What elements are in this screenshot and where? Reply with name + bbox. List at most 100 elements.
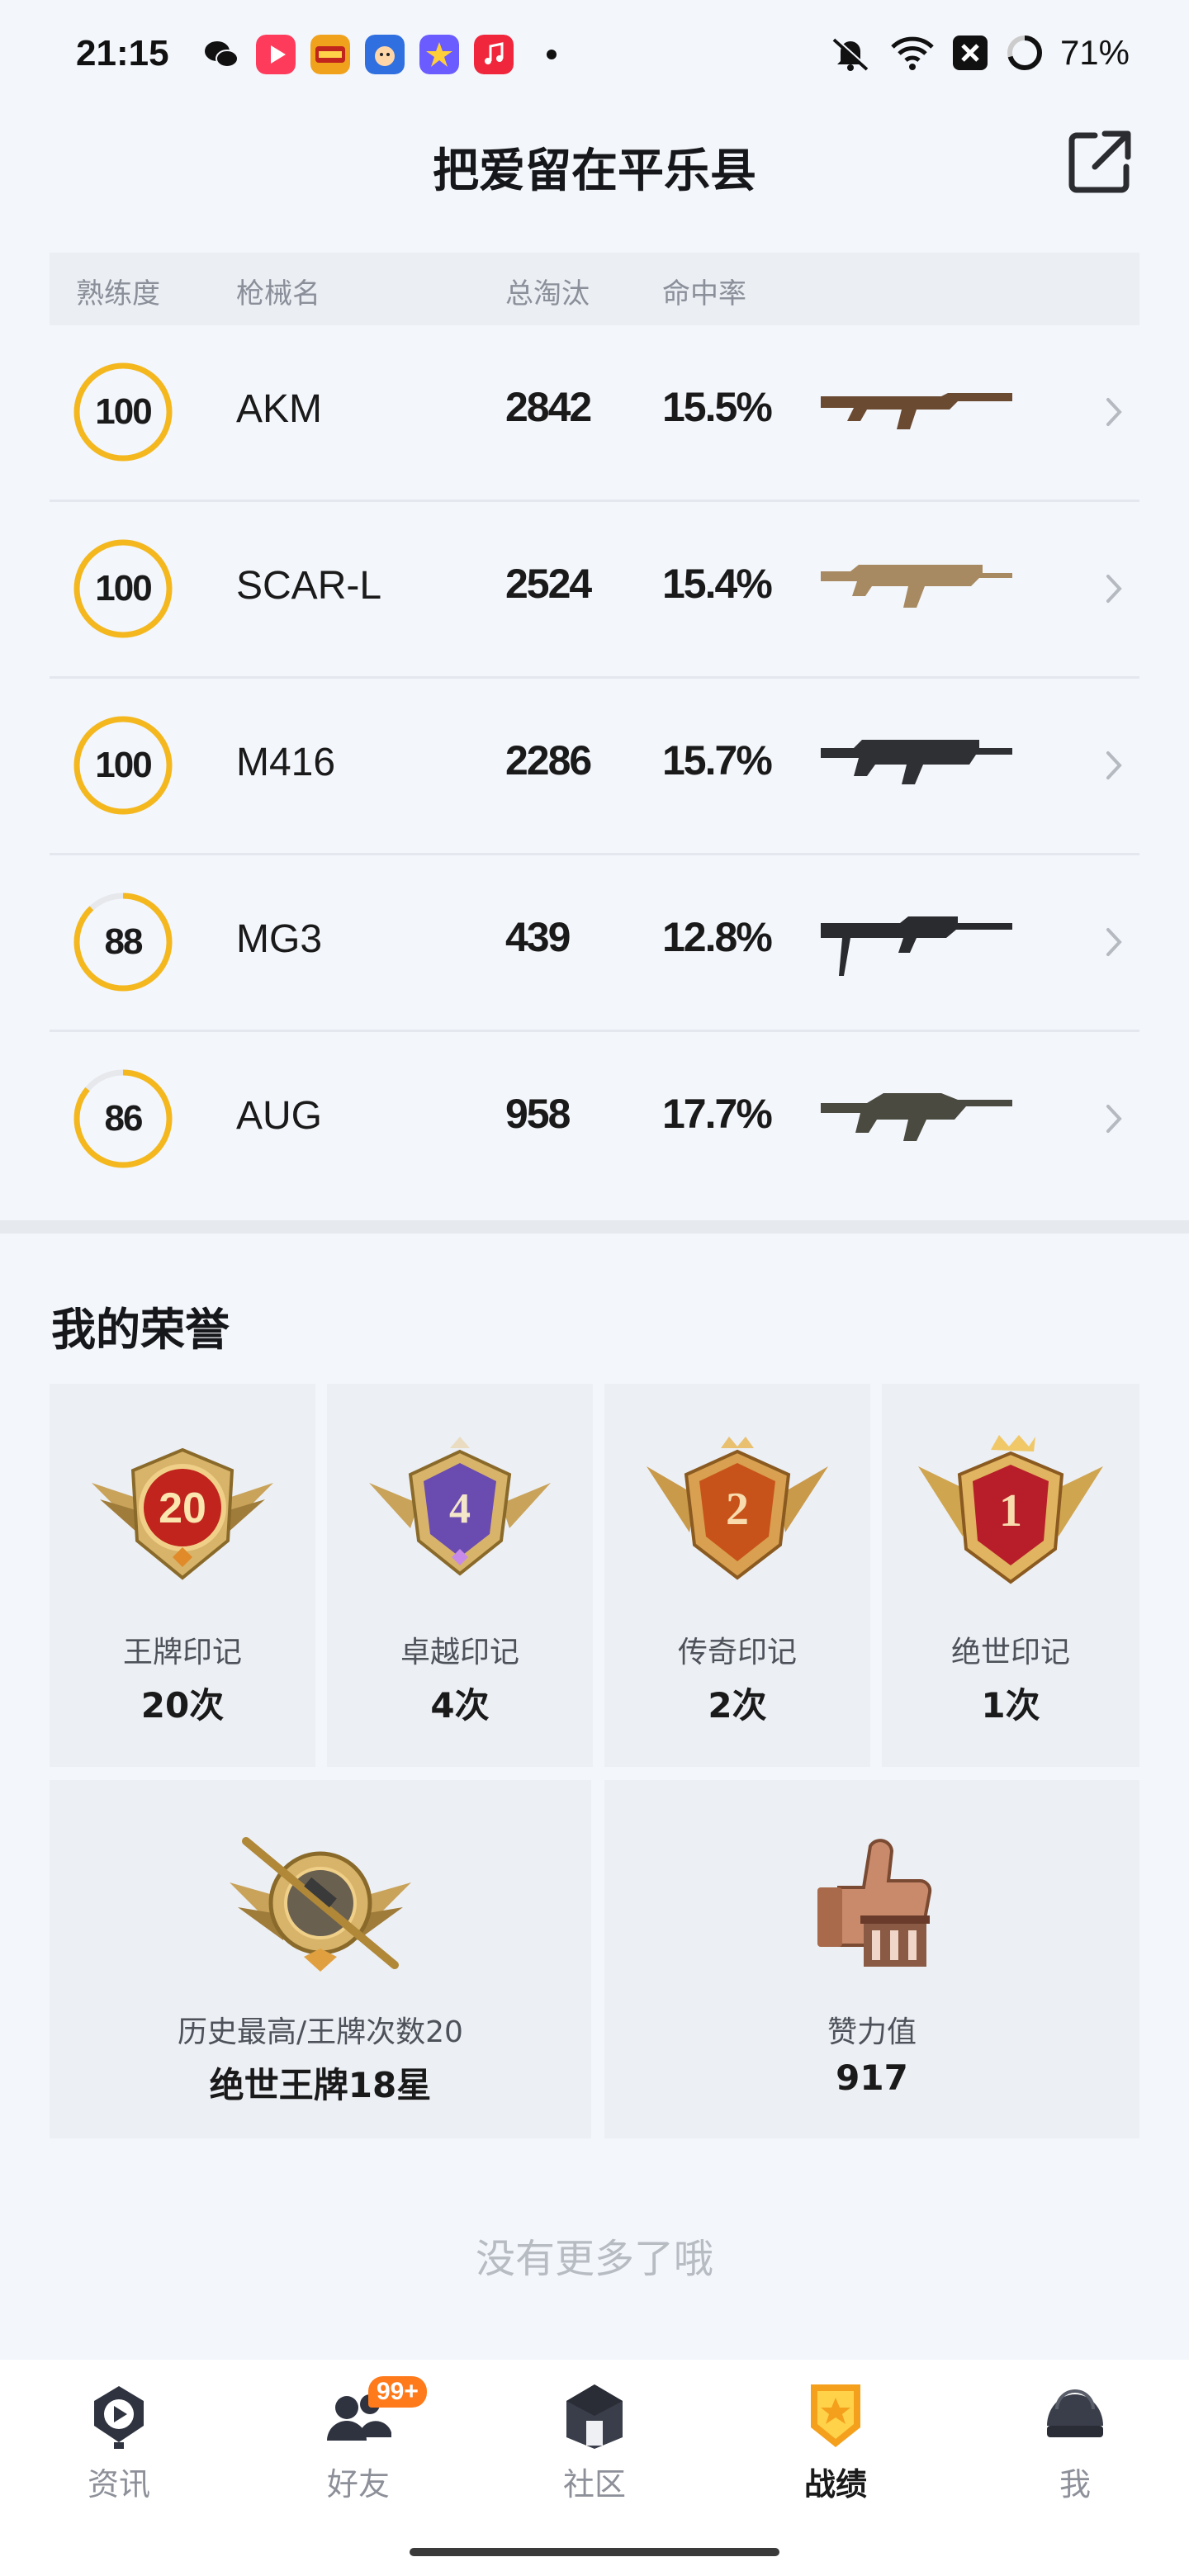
ace-badge-number: 20 <box>159 1485 206 1532</box>
hit-rate: 17.7% <box>662 1091 773 1137</box>
honor-value: 4次 <box>430 1685 490 1726</box>
thumbs-up-trophy-icon <box>817 1839 932 1967</box>
weapon-name: AKM <box>236 387 323 431</box>
honor-card-best-rank[interactable]: 历史最高/王牌次数20 绝世王牌18星 <box>50 1780 591 2138</box>
nav-label-me: 我 <box>1059 2466 1091 2503</box>
record-icon <box>811 2384 860 2447</box>
hit-rate: 15.4% <box>662 561 773 607</box>
nav-label-community: 社区 <box>562 2466 626 2503</box>
game2-app-icon <box>365 35 405 74</box>
weapon-name: MG3 <box>236 917 323 961</box>
nav-item-record[interactable]: 战绩 <box>753 2379 918 2504</box>
chevron-right-icon <box>1106 575 1122 603</box>
nav-item-news[interactable]: 资讯 <box>36 2379 201 2504</box>
nav-label-friends: 好友 <box>326 2466 390 2503</box>
chevron-right-icon <box>1106 928 1122 956</box>
chevron-right-icon <box>1106 398 1122 426</box>
more-notifications-dot <box>547 50 557 59</box>
legend-badge-number: 2 <box>726 1484 749 1535</box>
notification-icons <box>201 35 557 74</box>
rank-crest-sniper-icon <box>230 1837 411 1972</box>
proficiency-value: 86 <box>104 1098 144 1139</box>
weapon-row[interactable]: 86 AUG 958 17.7% <box>50 1032 1139 1209</box>
honor-value: 2次 <box>708 1685 767 1726</box>
wechat-icon <box>205 41 239 68</box>
honor-card-likes[interactable]: 赞力值 917 <box>604 1780 1139 2138</box>
weapon-image <box>821 740 1012 784</box>
honor-card-excellent[interactable]: 4 卓越印记 4次 <box>327 1384 593 1767</box>
wifi-icon <box>891 36 934 70</box>
weapon-row[interactable]: 100 AKM 2842 15.5% <box>50 325 1139 502</box>
honor-card-ace[interactable]: 20 王牌印记 20次 <box>50 1384 315 1767</box>
weapon-image <box>821 393 1012 429</box>
honor-label: 绝世印记 <box>950 1636 1070 1669</box>
honor-card-legend[interactable]: 2 传奇印记 2次 <box>604 1384 870 1767</box>
nav-label-news: 资讯 <box>87 2466 150 2503</box>
excellent-mark-badge-icon: 4 <box>369 1437 551 1576</box>
chevron-right-icon <box>1106 1105 1122 1133</box>
header-proficiency: 熟练度 <box>76 277 160 310</box>
star-app-icon <box>419 35 459 74</box>
weapon-name: AUG <box>236 1094 323 1138</box>
honors-title: 我的荣誉 <box>51 1304 230 1356</box>
header-weapon-name: 枪械名 <box>236 277 320 310</box>
proficiency-value: 100 <box>95 745 152 785</box>
weapon-row[interactable]: 100 SCAR-L 2524 15.4% <box>50 502 1139 679</box>
page-title: 把爱留在平乐县 <box>433 144 756 198</box>
weapon-name: SCAR-L <box>236 564 382 608</box>
honor-label: 王牌印记 <box>122 1636 242 1669</box>
likes-value: 917 <box>836 2057 908 2098</box>
ace-mark-badge-icon: 20 <box>92 1447 273 1580</box>
excellent-badge-number: 4 <box>449 1485 471 1532</box>
peerless-mark-badge-icon: 1 <box>918 1435 1103 1584</box>
proficiency-value: 88 <box>104 921 144 962</box>
news-icon <box>94 2386 144 2449</box>
hit-rate: 15.5% <box>662 384 773 430</box>
bottom-nav: 资讯 好友 99+ 社区 战绩 我 <box>0 2360 1189 2576</box>
likes-label: 赞力值 <box>827 2015 917 2049</box>
honor-label: 卓越印记 <box>400 1636 519 1669</box>
honor-value: 1次 <box>981 1685 1040 1726</box>
nav-item-community[interactable]: 社区 <box>512 2379 677 2504</box>
nav-item-me[interactable]: 我 <box>992 2379 1158 2504</box>
video-app-icon <box>256 35 296 74</box>
friends-unread-badge: 99+ <box>368 2376 427 2408</box>
weapon-image <box>821 565 1012 608</box>
weapon-rows: 100 AKM 2842 15.5% 100 SCAR-L 2524 15.4% 100 M416… <box>50 325 1139 1209</box>
home-indicator[interactable] <box>410 2548 779 2556</box>
share-export-icon[interactable] <box>1065 127 1135 197</box>
section-divider <box>0 1220 1189 1234</box>
honor-card-peerless[interactable]: 1 绝世印记 1次 <box>882 1384 1139 1767</box>
page-header: 把爱留在平乐县 <box>0 116 1189 215</box>
close-box-icon <box>952 36 988 70</box>
weapon-row[interactable]: 100 M416 2286 15.7% <box>50 679 1139 855</box>
hit-rate: 12.8% <box>662 914 773 960</box>
honor-value: 20次 <box>140 1685 225 1726</box>
total-kills: 2524 <box>505 561 592 607</box>
total-kills: 2842 <box>505 384 592 430</box>
chevron-right-icon <box>1106 751 1122 779</box>
total-kills: 2286 <box>505 737 592 784</box>
community-icon <box>566 2384 623 2449</box>
weapon-image <box>821 916 1012 976</box>
total-kills: 439 <box>505 914 571 960</box>
total-kills: 958 <box>505 1091 571 1137</box>
status-bar: 21:15 71% <box>0 0 1189 116</box>
system-status: 71% <box>827 33 1130 73</box>
no-more-text: 没有更多了哦 <box>475 2236 713 2282</box>
battery-ring-icon <box>1007 36 1042 70</box>
header-total-kills: 总淘汰 <box>505 277 590 310</box>
best-rank-label: 历史最高/王牌次数20 <box>178 2015 463 2049</box>
weapon-row[interactable]: 88 MG3 439 12.8% <box>50 855 1139 1032</box>
honor-label: 传奇印记 <box>677 1636 797 1669</box>
mute-icon <box>832 37 869 71</box>
legend-mark-badge-icon: 2 <box>647 1437 828 1580</box>
battery-percent: 71% <box>1059 33 1130 72</box>
weapon-table: 熟练度 枪械名 总淘汰 命中率 100 AKM 2842 15.5% 100 SCAR-L… <box>50 253 1139 1209</box>
proficiency-value: 100 <box>95 568 152 608</box>
music-app-icon <box>474 35 514 74</box>
nav-label-record: 战绩 <box>803 2466 867 2503</box>
best-rank-value: 绝世王牌18星 <box>209 2065 432 2105</box>
status-time: 21:15 <box>76 33 169 73</box>
weapon-image <box>821 1093 1012 1141</box>
